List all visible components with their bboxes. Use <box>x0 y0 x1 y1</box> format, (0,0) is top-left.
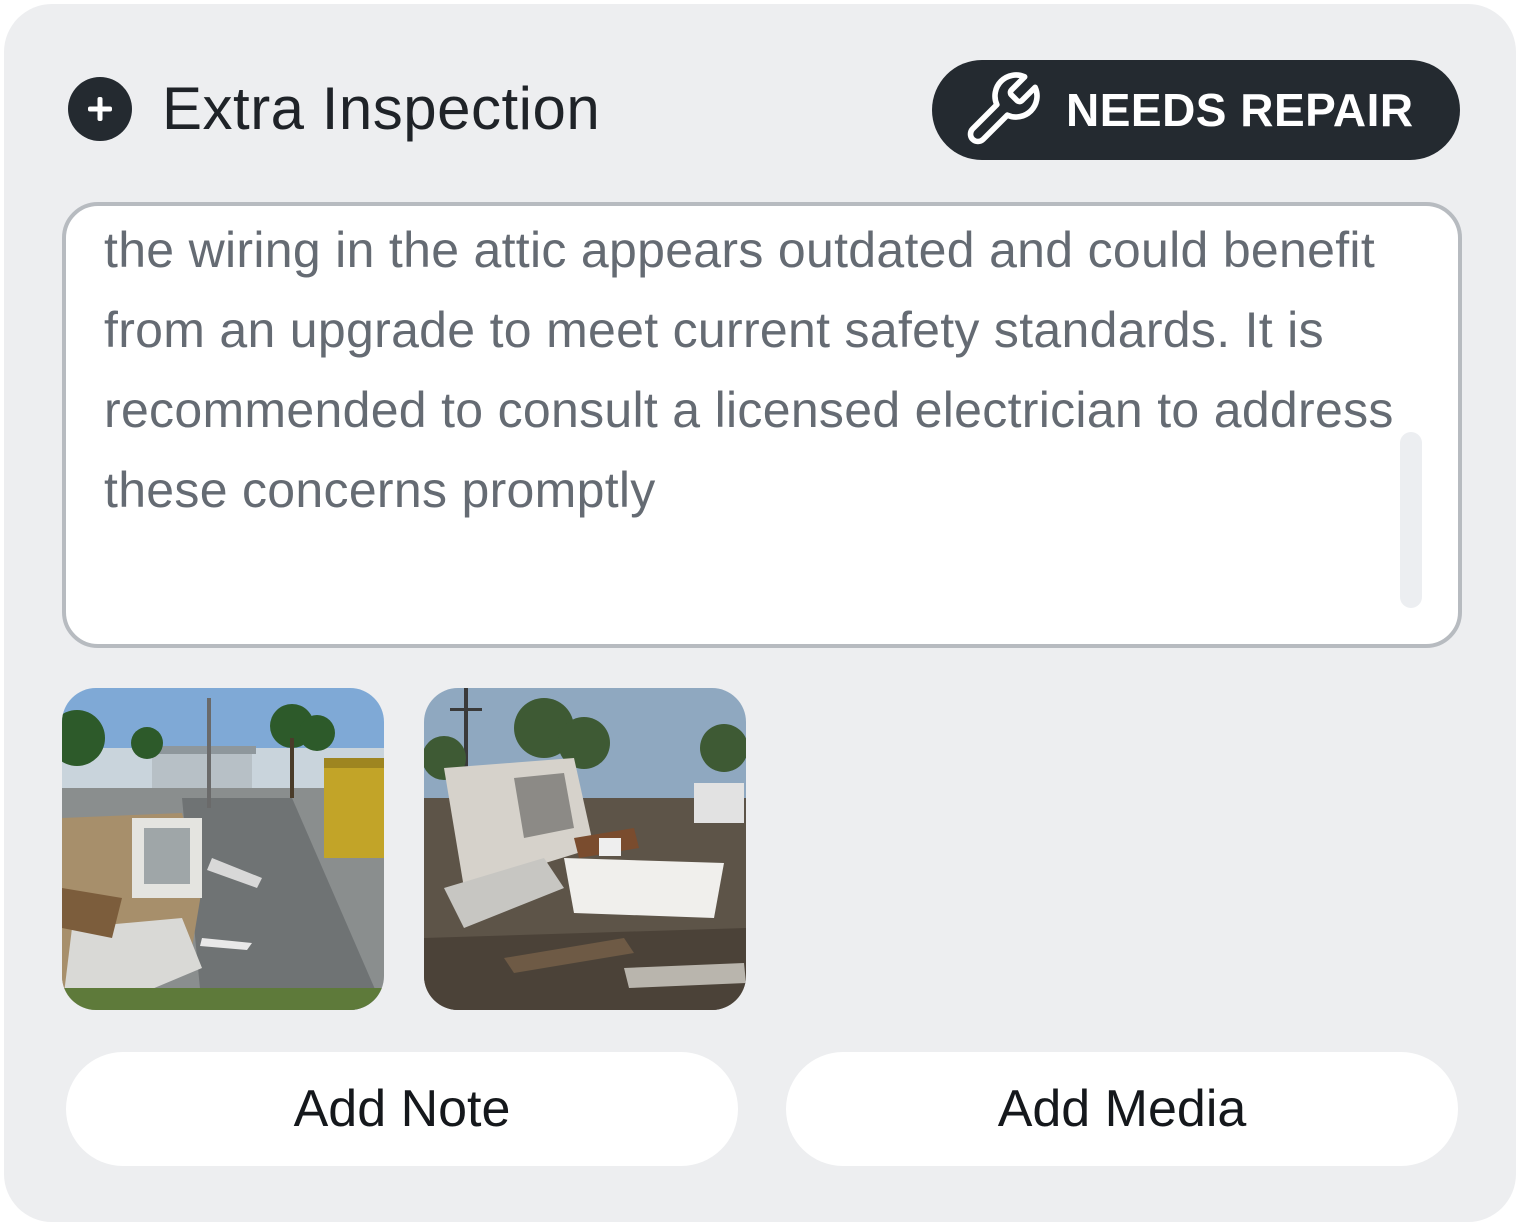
wrench-icon <box>960 68 1044 152</box>
card-header: Extra Inspection <box>68 74 600 143</box>
media-thumbnail[interactable] <box>424 688 746 1010</box>
notes-textarea[interactable]: the wiring in the attic appears outdated… <box>62 202 1462 648</box>
notes-scrollbar[interactable] <box>1400 432 1422 608</box>
extra-inspection-card: Extra Inspection NEEDS REPAIR the wiring… <box>4 4 1516 1222</box>
media-gallery <box>62 688 746 1010</box>
status-label: NEEDS REPAIR <box>1066 84 1414 136</box>
media-thumbnail[interactable] <box>62 688 384 1010</box>
add-note-button[interactable]: Add Note <box>66 1052 738 1166</box>
damage-photo-collapsed-house <box>424 688 746 1010</box>
add-media-button[interactable]: Add Media <box>786 1052 1458 1166</box>
section-title: Extra Inspection <box>162 75 601 142</box>
damage-photo-street <box>62 688 384 1010</box>
plus-circle-icon[interactable] <box>68 76 132 141</box>
notes-text: the wiring in the attic appears outdated… <box>104 222 1394 518</box>
status-badge[interactable]: NEEDS REPAIR <box>932 60 1460 160</box>
